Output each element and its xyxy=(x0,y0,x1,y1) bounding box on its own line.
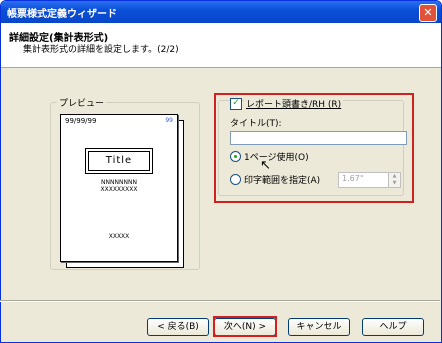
title-input[interactable] xyxy=(230,131,407,145)
back-button[interactable]: < 戻る(B) xyxy=(147,318,209,336)
preview-title-box: Title xyxy=(85,148,153,174)
header-subtitle: 集計表形式の詳細を設定します。(2/2) xyxy=(23,45,179,55)
range-spinner[interactable]: 1.67" ▲ ▼ xyxy=(338,172,401,188)
report-heading-checkbox[interactable]: ✓ xyxy=(230,98,242,110)
mouse-cursor-icon: ↖ xyxy=(260,158,271,173)
preview-page: 99/99/99 99 Title NNNNNNNN XXXXXXXXX XXX… xyxy=(60,114,178,262)
preview-label: プレビュー xyxy=(57,96,107,109)
window-title: 帳票様式定義ウィザード xyxy=(7,9,117,20)
preview-date: 99/99/99 xyxy=(65,117,97,125)
next-button-highlight xyxy=(213,316,277,337)
title-field-label: タイトル(T): xyxy=(230,119,282,129)
report-heading-label[interactable]: レポート頭書き/RH (R) xyxy=(244,97,344,110)
footer-separator xyxy=(0,300,440,302)
one-page-radio[interactable] xyxy=(230,151,241,162)
spinner-arrows-icon[interactable]: ▲ ▼ xyxy=(388,173,400,187)
print-range-radio[interactable] xyxy=(230,174,241,185)
preview-body-text: NNNNNNNN XXXXXXXXX xyxy=(61,179,177,193)
one-page-label[interactable]: 1ページ使用(O) xyxy=(244,150,309,163)
print-range-label[interactable]: 印字範囲を指定(A) xyxy=(244,173,320,186)
preview-line-1: NNNNNNNN xyxy=(101,179,137,186)
cancel-button[interactable]: キャンセル xyxy=(288,318,350,336)
wizard-header: 詳細設定(集計表形式) 集計表形式の詳細を設定します。(2/2) xyxy=(1,23,441,68)
preview-footer: XXXXX xyxy=(108,233,130,240)
title-bar: 帳票様式定義ウィザード ✕ xyxy=(1,1,441,23)
preview-line-2: XXXXXXXXX xyxy=(100,186,138,193)
preview-page-number: 99 xyxy=(165,117,173,124)
help-button[interactable]: ヘルプ xyxy=(362,318,424,336)
range-value: 1.67" xyxy=(342,174,364,183)
close-icon[interactable]: ✕ xyxy=(419,4,437,22)
preview-title: Title xyxy=(88,151,150,171)
